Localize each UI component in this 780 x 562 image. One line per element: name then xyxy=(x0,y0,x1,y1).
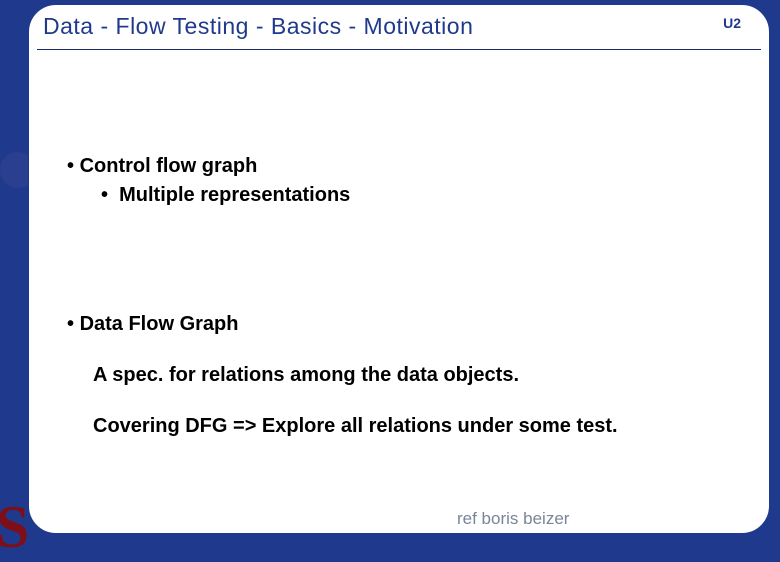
bullet-cfg-text: Control flow graph xyxy=(80,155,258,177)
unit-badge: U2 xyxy=(723,13,749,31)
decor-letter: S xyxy=(0,493,29,562)
bullet-cfg-sub-text: Multiple representations xyxy=(119,184,350,206)
bullet-dfg-text: Data Flow Graph xyxy=(80,313,239,335)
section-dfg: • Data Flow Graph A spec. for relations … xyxy=(67,313,731,438)
dfg-cover-text: Covering DFG => Explore all relations un… xyxy=(93,415,731,438)
header-divider xyxy=(37,49,761,50)
slide-header: Data - Flow Testing - Basics - Motivatio… xyxy=(29,5,769,44)
slide-card: Data - Flow Testing - Basics - Motivatio… xyxy=(28,4,770,534)
bullet-dfg: • Data Flow Graph xyxy=(67,313,731,336)
dfg-spec-text: A spec. for relations among the data obj… xyxy=(93,364,731,387)
slide-title: Data - Flow Testing - Basics - Motivatio… xyxy=(43,13,473,40)
bullet-cfg: • Control flow graph xyxy=(67,155,731,178)
footer-reference: ref boris beizer xyxy=(457,509,569,529)
bullet-cfg-sub: • Multiple representations xyxy=(101,184,731,207)
slide-content: • Control flow graph • Multiple represen… xyxy=(67,155,731,438)
